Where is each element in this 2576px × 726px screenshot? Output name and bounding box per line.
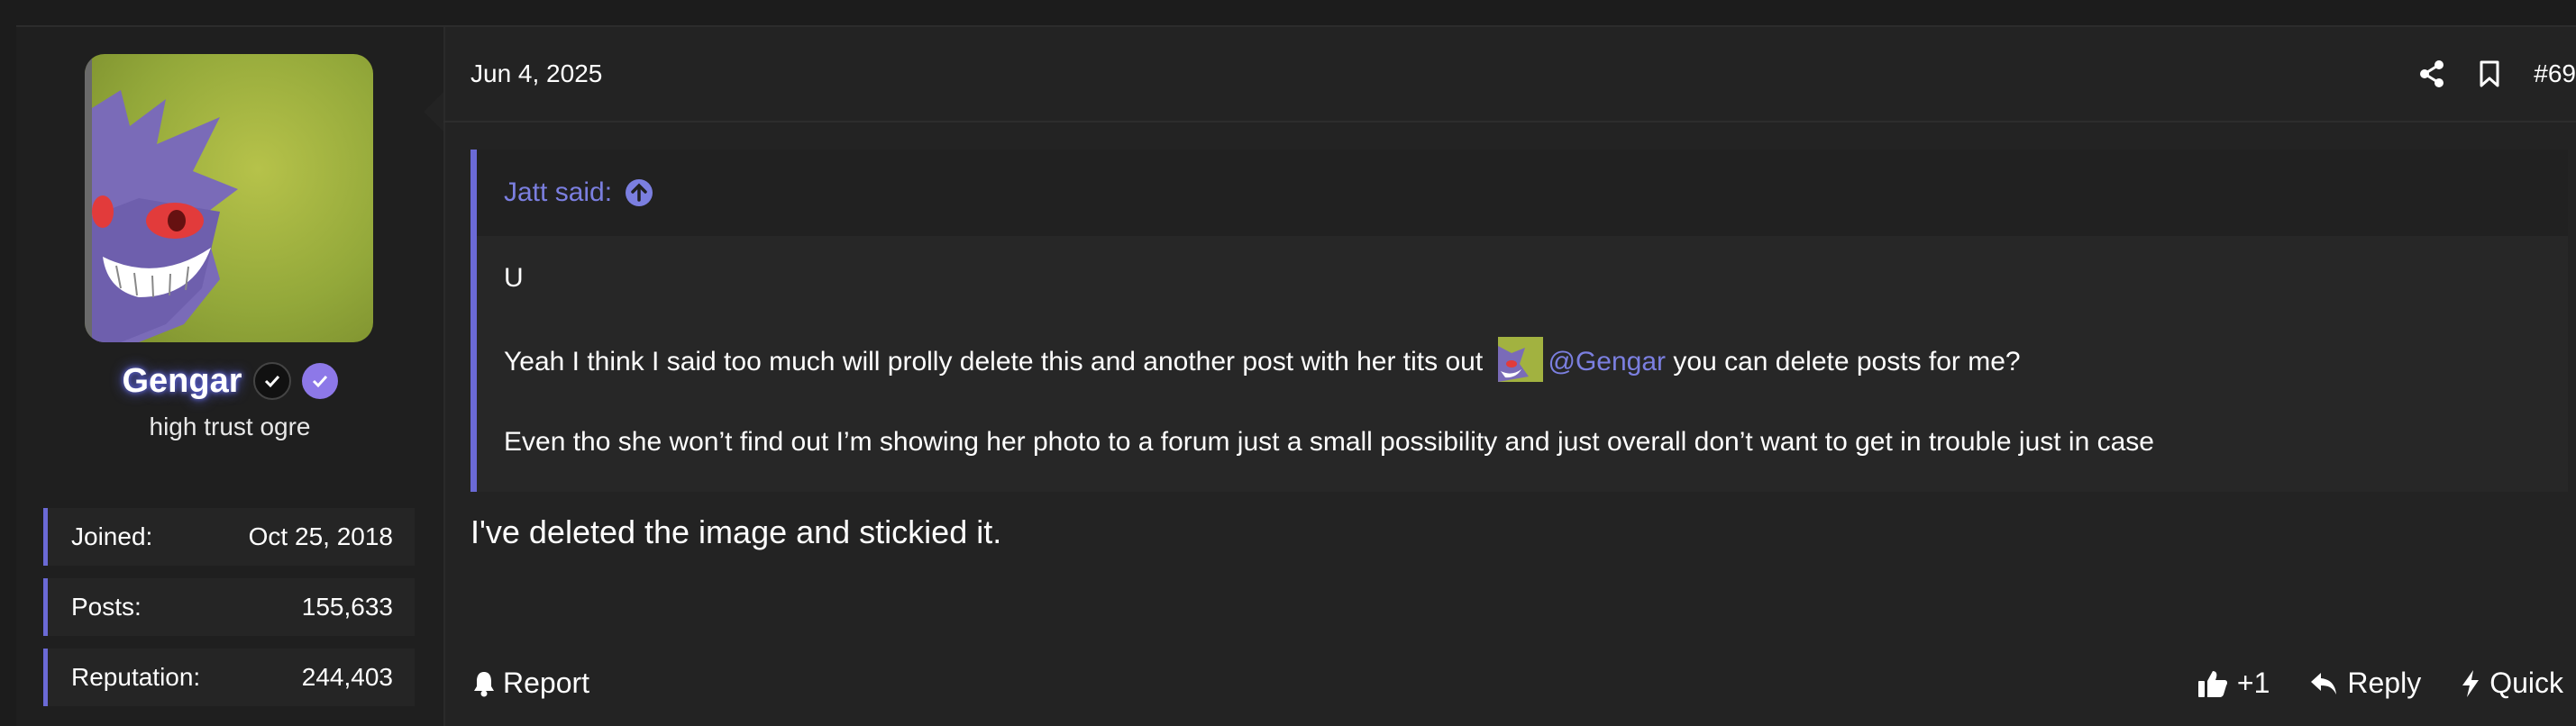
stat-reputation: Reputation: 244,403 (43, 649, 415, 706)
user-name-row: Gengar (16, 358, 443, 404)
quick-reply-button[interactable]: Quick (2461, 667, 2563, 700)
stat-label: Joined: (71, 522, 153, 550)
stat-value: 155,633 (301, 593, 393, 621)
quote-line: Even tho she won’t find out I’m showing … (504, 427, 2154, 457)
user-mention-link[interactable]: @Gengar (1548, 347, 1667, 377)
quote-body: U Yeah I think I said too much will prol… (477, 236, 2568, 492)
quote-author[interactable]: Jatt said: (504, 177, 612, 208)
stat-label: Posts: (71, 593, 142, 621)
share-icon[interactable] (2418, 59, 2445, 88)
post-body: I've deleted the image and stickied it. (470, 513, 1002, 550)
post-number[interactable]: #69 (2534, 59, 2576, 88)
username[interactable]: Gengar (122, 362, 242, 401)
post-container: Gengar high trust ogre Joined: Oct 25, 2… (16, 25, 2576, 726)
post-date[interactable]: Jun 4, 2025 (470, 59, 602, 88)
quick-label: Quick (2489, 667, 2563, 699)
post-main: Jun 4, 2025 #69 Jatt said: U Yeah I thin… (424, 27, 2576, 726)
stat-label: Reputation: (71, 663, 201, 691)
checkmark-badge-icon (252, 362, 291, 400)
verified-badge-icon (301, 363, 338, 399)
stat-joined: Joined: Oct 25, 2018 (43, 508, 415, 566)
post-footer: Report +1 Reply Quick (443, 658, 2576, 721)
post-header: Jun 4, 2025 #69 (443, 27, 2576, 123)
user-title: high trust ogre (149, 413, 311, 440)
quote-text: Yeah I think I said too much will prolly… (504, 346, 1484, 377)
reply-label: Reply (2347, 667, 2422, 699)
report-label: Report (503, 667, 590, 699)
user-sidebar: Gengar high trust ogre Joined: Oct 25, 2… (16, 27, 445, 726)
post-pointer (424, 92, 443, 132)
quote-block: Jatt said: U Yeah I think I said too muc… (470, 150, 2568, 492)
arrow-up-circle-icon[interactable] (625, 178, 653, 207)
quote-text: you can delete posts for me? (1673, 346, 2021, 377)
quote-line: Yeah I think I said too much will prolly… (504, 337, 2021, 386)
stat-value: 244,403 (301, 663, 393, 691)
reply-icon (2309, 670, 2338, 697)
stat-posts: Posts: 155,633 (43, 578, 415, 636)
like-count: +1 (2236, 667, 2270, 699)
stat-value: Oct 25, 2018 (248, 522, 393, 550)
post-header-actions: #69 (2418, 54, 2576, 94)
quote-header[interactable]: Jatt said: (477, 150, 2568, 236)
like-button[interactable]: +1 (2197, 667, 2270, 700)
post-footer-actions: +1 Reply Quick (2197, 667, 2563, 700)
reply-button[interactable]: Reply (2309, 667, 2421, 700)
bookmark-icon[interactable] (2478, 59, 2501, 88)
bell-icon (472, 670, 496, 697)
avatar[interactable] (85, 54, 373, 342)
bolt-icon (2461, 669, 2480, 698)
quote-line: U (504, 263, 524, 293)
report-button[interactable]: Report (472, 667, 589, 700)
thumbs-up-icon (2197, 669, 2228, 698)
mention-avatar (1497, 337, 1543, 382)
